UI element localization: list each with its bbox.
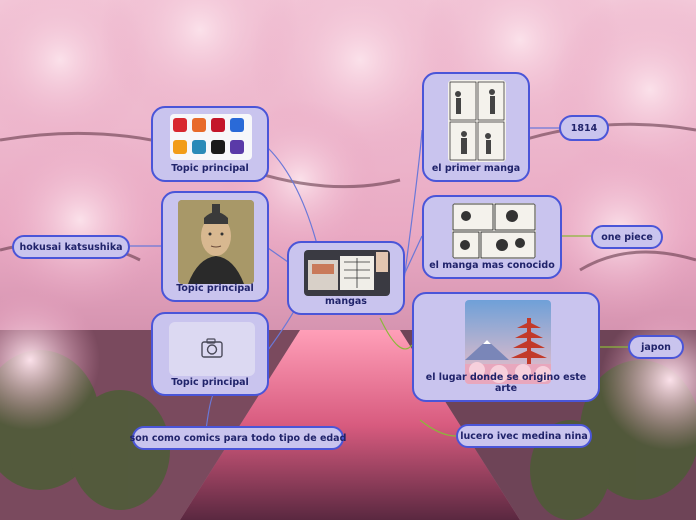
topic-apps-label: Topic principal [171, 163, 249, 174]
subtopic-one-piece[interactable]: one piece [591, 225, 663, 249]
portrait-image [178, 200, 254, 284]
topic-portrait-label: Topic principal [176, 283, 254, 294]
subtopic-year[interactable]: 1814 [559, 115, 609, 141]
topic-known-manga-label: el manga mas conocido [429, 260, 555, 271]
topic-camera[interactable]: Topic principal [151, 312, 269, 396]
topic-camera-label: Topic principal [171, 377, 249, 388]
app-icons-grid-image [170, 114, 252, 160]
camera-icon [201, 338, 223, 358]
subtopic-author[interactable]: lucero ivec medina nina [456, 424, 592, 448]
subtopic-comics[interactable]: son como comics para todo tipo de edad [130, 426, 346, 450]
central-node-mangas[interactable]: mangas [287, 241, 405, 315]
image-placeholder [169, 322, 255, 376]
subtopic-hokusai[interactable]: hokusai katsushika [12, 235, 130, 259]
central-label: mangas [325, 296, 367, 307]
topic-portrait[interactable]: Topic principal [161, 191, 269, 302]
subtopic-japon[interactable]: japon [628, 335, 684, 359]
topic-known-manga[interactable]: el manga mas conocido [422, 195, 562, 279]
known-manga-image [452, 203, 536, 259]
topic-origin-place[interactable]: el lugar donde se origino este arte [412, 292, 600, 402]
first-manga-image [448, 80, 506, 162]
manga-reading-image [304, 250, 390, 296]
topic-apps[interactable]: Topic principal [151, 106, 269, 182]
topic-origin-place-label: el lugar donde se origino este arte [425, 372, 587, 394]
topic-first-manga-label: el primer manga [431, 163, 521, 174]
topic-first-manga[interactable]: el primer manga [422, 72, 530, 182]
